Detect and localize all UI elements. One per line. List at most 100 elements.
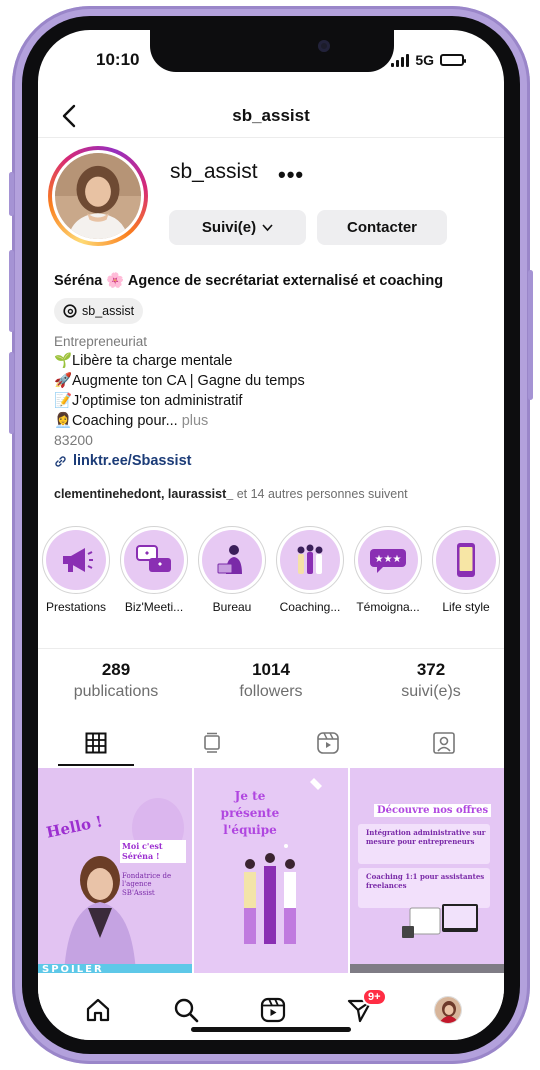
signal-icon bbox=[391, 53, 410, 67]
stat-posts-count: 289 bbox=[101, 660, 131, 679]
divider bbox=[38, 648, 504, 649]
megaphone-icon bbox=[63, 548, 93, 572]
reels-feed-icon bbox=[204, 732, 220, 753]
nav-home[interactable] bbox=[78, 992, 118, 1028]
bio-line: 🚀Augmente ton CA | Gagne du temps bbox=[54, 373, 305, 389]
post-1-subtitle: Moi c'est Séréna ! bbox=[120, 840, 186, 864]
chevron-down-icon bbox=[262, 223, 273, 231]
profile-photo bbox=[55, 153, 141, 239]
post-1-footer: SPOILER bbox=[42, 964, 104, 973]
top-bar: sb_assist bbox=[38, 94, 504, 138]
front-camera bbox=[318, 40, 330, 52]
smartphone-icon bbox=[457, 543, 475, 577]
tagged-icon bbox=[433, 732, 455, 754]
tab-reels[interactable] bbox=[270, 720, 386, 766]
bio-name: Séréna 🌸 Agence de secrétariat externali… bbox=[54, 273, 444, 289]
nav-reels[interactable] bbox=[253, 992, 293, 1028]
nav-search[interactable] bbox=[166, 992, 206, 1028]
woman-laptop-icon bbox=[217, 545, 242, 574]
grid-icon bbox=[85, 732, 107, 754]
highlight-prestations[interactable]: Prestations bbox=[40, 526, 112, 614]
bio-line: 🌱Libère ta charge mentale bbox=[54, 353, 233, 369]
post-3-item: Intégration administrative sur mesure po… bbox=[366, 828, 486, 847]
stat-followers[interactable]: 1014 followers bbox=[201, 660, 341, 701]
tab-tagged[interactable] bbox=[386, 720, 502, 766]
bio-category: Entrepreneuriat bbox=[54, 334, 148, 349]
more-options-icon[interactable]: ••• bbox=[278, 162, 304, 188]
followed-by-rest: et 14 autres personnes suivent bbox=[233, 487, 408, 501]
notification-badge: 9+ bbox=[362, 988, 387, 1006]
post-tile[interactable]: Je te présente l'équipe bbox=[194, 768, 348, 973]
threads-handle: sb_assist bbox=[82, 304, 135, 318]
highlight-life-style[interactable]: Life style bbox=[430, 526, 502, 614]
stat-posts: 289 publications bbox=[46, 660, 186, 701]
post-3-item: Coaching 1:1 pour assistantes freelances bbox=[366, 872, 485, 891]
highlight-coaching[interactable]: Coaching... bbox=[274, 526, 346, 614]
bottom-nav: 9+ bbox=[38, 982, 504, 1040]
battery-icon bbox=[440, 54, 466, 66]
status-time: 10:10 bbox=[96, 50, 140, 69]
post-1-caption: Fondatrice de l'agence SB'Assist bbox=[122, 872, 172, 897]
post-3-title: Découvre nos offres bbox=[374, 804, 492, 817]
following-button[interactable]: Suivi(e) bbox=[169, 210, 306, 245]
highlight-bureau[interactable]: Bureau bbox=[196, 526, 268, 614]
profile-avatar-photo bbox=[435, 997, 461, 1023]
highlight-label: Life style bbox=[442, 600, 490, 614]
home-indicator bbox=[191, 1027, 351, 1032]
screen: 10:10 5G sb_assist sb_assist ••• Suivi(e… bbox=[38, 30, 504, 1040]
network-label: 5G bbox=[415, 52, 434, 68]
followed-by[interactable]: clementinehedont, laurassist_ et 14 autr… bbox=[54, 487, 408, 501]
bio-link[interactable]: linktr.ee/Sbassist bbox=[54, 453, 191, 469]
power-button bbox=[528, 270, 533, 400]
profile-tabs bbox=[38, 720, 504, 766]
stat-following-label: suivi(e)s bbox=[401, 683, 461, 700]
contact-button-label: Contacter bbox=[346, 219, 417, 236]
search-icon bbox=[174, 998, 199, 1023]
posts-grid: Hello ! Moi c'est Séréna ! Fondatrice de… bbox=[38, 768, 504, 1018]
contact-button[interactable]: Contacter bbox=[317, 210, 447, 245]
highlight-label: Biz'Meeti... bbox=[124, 600, 184, 614]
profile-avatar[interactable] bbox=[48, 146, 148, 246]
nav-profile[interactable] bbox=[428, 992, 468, 1028]
bio-line-with-more: 👩‍💼Coaching pour... plus bbox=[54, 412, 208, 429]
post-tile[interactable]: Découvre nos offres Intégration administ… bbox=[350, 768, 504, 973]
highlight-biz-meeting[interactable]: Biz'Meeti... bbox=[118, 526, 190, 614]
post-2-title: Je te présente l'équipe bbox=[220, 789, 280, 837]
women-group-icon bbox=[297, 544, 323, 574]
post-tile[interactable]: Hello ! Moi c'est Séréna ! Fondatrice de… bbox=[38, 768, 192, 973]
reels-icon bbox=[317, 732, 339, 754]
volume-down-button bbox=[9, 352, 14, 434]
tab-feed[interactable] bbox=[154, 720, 270, 766]
stat-followers-label: followers bbox=[239, 683, 303, 700]
stat-following-count: 372 bbox=[416, 660, 446, 679]
profile-avatar-small bbox=[434, 996, 462, 1024]
following-button-label: Suivi(e) bbox=[201, 219, 257, 236]
threads-badge[interactable]: sb_assist bbox=[54, 298, 144, 324]
profile-username: sb_assist bbox=[170, 160, 258, 183]
link-icon bbox=[55, 455, 66, 467]
post-3-background bbox=[350, 768, 504, 973]
chat-bubbles-icon bbox=[136, 545, 171, 572]
stars-review-icon: ★★★ bbox=[370, 549, 406, 573]
stat-posts-label: publications bbox=[73, 683, 159, 700]
story-highlights: Prestations Biz'Meeti... Bureau Coaching… bbox=[38, 526, 504, 622]
highlight-temoignages[interactable]: ★★★ Témoigna... bbox=[352, 526, 424, 614]
bio-line: 👩‍💼Coaching pour... bbox=[54, 413, 178, 429]
stat-followers-count: 1014 bbox=[252, 660, 290, 679]
volume-up-button bbox=[9, 250, 14, 332]
bio-link-text: linktr.ee/Sbassist bbox=[73, 453, 192, 469]
highlight-label: Témoigna... bbox=[356, 600, 420, 614]
silent-switch bbox=[9, 172, 14, 216]
followed-by-names: clementinehedont, laurassist_ bbox=[54, 487, 234, 501]
tab-grid[interactable] bbox=[38, 720, 154, 766]
bio-more-link[interactable]: plus bbox=[182, 413, 209, 429]
nav-messages[interactable]: 9+ bbox=[340, 988, 387, 1028]
svg-text:★★★: ★★★ bbox=[375, 554, 402, 565]
highlight-label: Coaching... bbox=[279, 600, 341, 614]
stat-following[interactable]: 372 suivi(e)s bbox=[361, 660, 501, 701]
post-1-background bbox=[38, 768, 192, 973]
notch bbox=[150, 30, 394, 72]
threads-icon bbox=[63, 304, 77, 318]
highlight-label: Bureau bbox=[212, 600, 252, 614]
home-icon bbox=[86, 998, 110, 1022]
